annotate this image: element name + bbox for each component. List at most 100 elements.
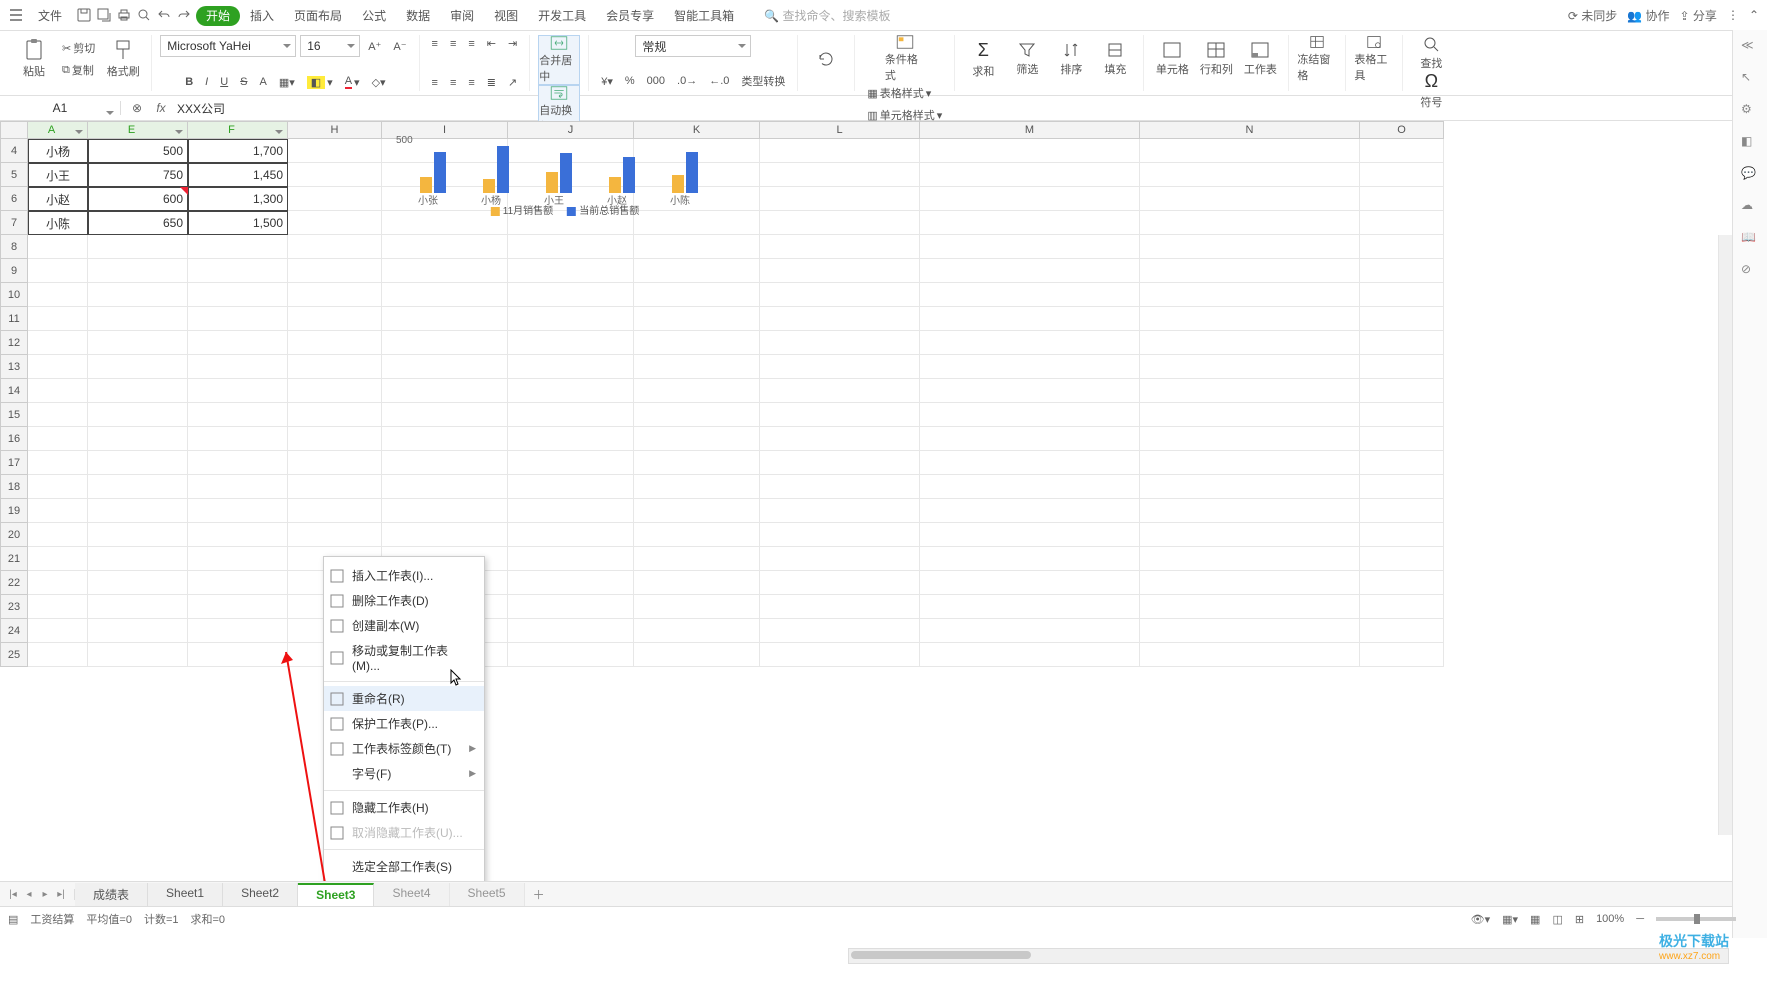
menu-tab[interactable]: 开发工具 (528, 6, 596, 26)
column-header[interactable]: H (288, 121, 382, 139)
cell[interactable] (634, 259, 760, 283)
normal-view-icon[interactable]: ▦ (1530, 913, 1540, 926)
context-menu-item[interactable]: 隐藏工作表(H) (324, 795, 484, 820)
tab-last-icon[interactable]: ▸| (54, 889, 68, 900)
menu-tab[interactable]: 公式 (352, 6, 396, 26)
row-header[interactable]: 14 (0, 379, 28, 403)
column-header[interactable]: L (760, 121, 920, 139)
align-top-icon[interactable]: ≡ (428, 36, 442, 52)
table-tool-button[interactable]: 表格工具 (1354, 35, 1394, 83)
cell[interactable] (634, 619, 760, 643)
cell[interactable] (634, 571, 760, 595)
cell[interactable] (920, 163, 1140, 187)
row-header[interactable]: 9 (0, 259, 28, 283)
orientation-icon[interactable]: ↗ (504, 74, 521, 91)
cell[interactable] (382, 451, 508, 475)
cell[interactable] (382, 475, 508, 499)
cell[interactable] (28, 523, 88, 547)
row-header[interactable]: 21 (0, 547, 28, 571)
share-button[interactable]: ⇪ 分享 (1680, 7, 1717, 24)
cell[interactable] (188, 331, 288, 355)
cell[interactable] (1140, 619, 1360, 643)
cell[interactable] (508, 451, 634, 475)
cell[interactable] (920, 139, 1140, 163)
cell[interactable] (1140, 643, 1360, 667)
cell[interactable] (1140, 475, 1360, 499)
cell[interactable] (508, 475, 634, 499)
column-header[interactable]: E (88, 121, 188, 139)
cell[interactable] (634, 643, 760, 667)
cell[interactable] (88, 283, 188, 307)
fill-color-button[interactable]: ◧▾ (303, 74, 337, 91)
cell[interactable] (288, 259, 382, 283)
indent-increase-icon[interactable]: ⇥ (504, 35, 521, 52)
cell[interactable] (28, 595, 88, 619)
cell[interactable] (920, 259, 1140, 283)
expand-panel-icon[interactable]: ≪ (1741, 38, 1759, 56)
cell[interactable] (188, 547, 288, 571)
cell[interactable] (1140, 331, 1360, 355)
cell[interactable] (1360, 211, 1444, 235)
menu-tab[interactable]: 开始 (196, 6, 240, 26)
font-size-select[interactable]: 16 (300, 35, 360, 57)
cell[interactable] (88, 235, 188, 259)
data-cell[interactable]: 小杨 (28, 139, 88, 163)
cell[interactable] (1140, 211, 1360, 235)
cell[interactable] (634, 235, 760, 259)
cell[interactable] (1140, 403, 1360, 427)
undo-icon[interactable] (156, 7, 172, 23)
cell[interactable] (508, 355, 634, 379)
cell[interactable] (508, 307, 634, 331)
cell[interactable] (382, 499, 508, 523)
cell[interactable] (1360, 235, 1444, 259)
sheet-tab[interactable]: Sheet3 (298, 883, 374, 906)
preview-icon[interactable] (136, 7, 152, 23)
cell[interactable] (508, 235, 634, 259)
fx-icon[interactable]: fx (153, 100, 169, 116)
cell[interactable] (508, 523, 634, 547)
cell[interactable] (1140, 283, 1360, 307)
cell[interactable] (1360, 451, 1444, 475)
row-header[interactable]: 24 (0, 619, 28, 643)
row-header[interactable]: 6 (0, 187, 28, 211)
save-as-icon[interactable] (96, 7, 112, 23)
cell[interactable] (508, 259, 634, 283)
cell[interactable] (760, 475, 920, 499)
cell[interactable] (760, 283, 920, 307)
table-style-button[interactable]: ▦ 表格样式▾ (863, 83, 946, 103)
column-header[interactable]: N (1140, 121, 1360, 139)
cell[interactable] (508, 403, 634, 427)
italic-button[interactable]: I (201, 74, 212, 90)
increase-decimal-icon[interactable]: .0→ (673, 73, 701, 89)
cell[interactable] (920, 619, 1140, 643)
cell[interactable] (188, 355, 288, 379)
symbol-button[interactable]: Ω符号 (1411, 71, 1451, 110)
cell[interactable] (188, 595, 288, 619)
row-header[interactable]: 23 (0, 595, 28, 619)
cell[interactable] (28, 571, 88, 595)
font-effects-button[interactable]: A (256, 74, 271, 90)
worksheet-grid[interactable]: AEFHIJKLMNO 4567891011121314151617181920… (0, 121, 1767, 881)
cell[interactable] (88, 547, 188, 571)
cell[interactable] (634, 547, 760, 571)
freeze-button[interactable]: 冻结窗格 (1297, 35, 1337, 83)
cell[interactable] (88, 259, 188, 283)
align-center-icon[interactable]: ≡ (446, 75, 460, 91)
name-box[interactable]: A1 (0, 101, 121, 115)
cell[interactable] (188, 451, 288, 475)
cell[interactable] (634, 499, 760, 523)
cell[interactable] (634, 523, 760, 547)
cell[interactable] (634, 475, 760, 499)
zoom-out-icon[interactable]: ─ (1636, 913, 1644, 925)
settings-icon[interactable]: ⚙ (1741, 102, 1759, 120)
cell[interactable] (1360, 259, 1444, 283)
cell[interactable] (188, 307, 288, 331)
cell[interactable] (920, 643, 1140, 667)
page-break-icon[interactable]: ⊞ (1575, 913, 1584, 926)
cell[interactable] (382, 523, 508, 547)
cell[interactable] (188, 523, 288, 547)
strike-button[interactable]: S (236, 74, 251, 90)
data-cell[interactable]: 500 (88, 139, 188, 163)
row-header[interactable]: 5 (0, 163, 28, 187)
sheet-tab[interactable]: Sheet5 (450, 883, 525, 906)
